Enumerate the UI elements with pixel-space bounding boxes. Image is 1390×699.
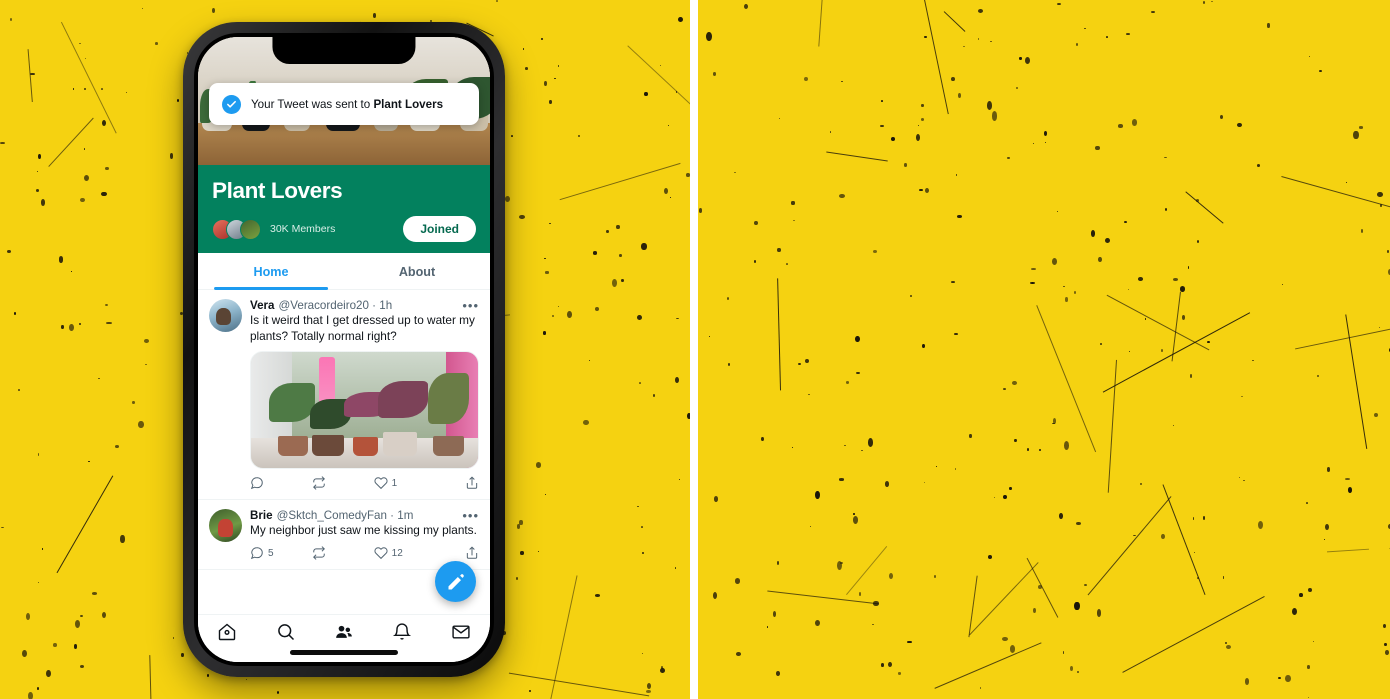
share-icon[interactable]	[435, 546, 479, 560]
member-facepile	[212, 218, 261, 240]
avatar[interactable]	[209, 509, 242, 543]
tweet-sent-toast: Your Tweet was sent to Plant Lovers	[209, 83, 479, 125]
tweet-text: Is it weird that I get dressed up to wat…	[250, 313, 475, 343]
avatar[interactable]	[209, 299, 242, 332]
more-options-icon[interactable]: •••	[462, 299, 479, 312]
communities-icon[interactable]	[334, 622, 354, 647]
reply-icon[interactable]: 5	[250, 546, 312, 560]
search-icon[interactable]	[276, 622, 296, 647]
tweet-actions: 1	[250, 476, 479, 494]
phone-left: Your Tweet was sent to Plant Lovers Plan…	[183, 22, 505, 677]
reply-icon[interactable]	[250, 476, 312, 490]
phone-screen-left: Your Tweet was sent to Plant Lovers Plan…	[198, 37, 490, 662]
retweet-icon[interactable]	[312, 546, 374, 560]
grunge-texture-right	[698, 0, 1390, 699]
tweet-text: My neighbor just saw me kissing my plant…	[250, 523, 477, 538]
notifications-bell-icon[interactable]	[392, 622, 412, 647]
compose-tweet-fab[interactable]	[435, 561, 476, 602]
screenshot-stage: Your Tweet was sent to Plant Lovers Plan…	[0, 0, 1390, 699]
tweet-photo[interactable]	[250, 351, 479, 470]
notch	[272, 37, 416, 64]
toast-text: Your Tweet was sent to Plant Lovers	[251, 97, 444, 111]
retweet-icon[interactable]	[312, 476, 374, 491]
panel-divider	[690, 0, 698, 699]
tab-home[interactable]: Home	[198, 253, 344, 289]
community-name: Plant Lovers	[212, 178, 343, 203]
tab-about[interactable]: About	[344, 253, 490, 289]
left-panel: Your Tweet was sent to Plant Lovers Plan…	[0, 0, 690, 699]
check-circle-icon	[222, 94, 241, 114]
like-icon[interactable]: 12	[374, 546, 436, 560]
more-options-icon[interactable]: •••	[462, 509, 479, 522]
tweet-author-name: Vera	[250, 299, 275, 312]
tweet-author-handle: @Veracordeiro20 · 1h	[278, 299, 393, 312]
joined-button[interactable]: Joined	[403, 216, 476, 242]
tweet-author-handle: @Sktch_ComedyFan · 1m	[276, 509, 414, 523]
table-row[interactable]: Brie @Sktch_ComedyFan · 1m ••• My neighb…	[198, 500, 490, 571]
member-count: 30K Members	[270, 223, 336, 235]
tweet-author-name: Brie	[250, 509, 273, 523]
home-indicator	[289, 650, 399, 655]
like-icon[interactable]: 1	[374, 476, 436, 490]
right-panel: 9:15	[698, 0, 1390, 699]
community-header: Plant Lovers 30K Members Joined	[198, 165, 490, 253]
share-icon[interactable]	[435, 476, 479, 490]
phone-bezel: Your Tweet was sent to Plant Lovers Plan…	[194, 33, 494, 666]
messages-envelope-icon[interactable]	[451, 622, 471, 647]
tweet-actions: 5 12	[250, 546, 479, 564]
avatar	[240, 218, 261, 240]
table-row[interactable]: Vera @Veracordeiro20 · 1h ••• Is it weir…	[198, 290, 490, 501]
community-feed: Vera @Veracordeiro20 · 1h ••• Is it weir…	[198, 290, 490, 571]
community-tabs: Home About	[198, 253, 490, 290]
home-icon[interactable]	[217, 622, 237, 647]
